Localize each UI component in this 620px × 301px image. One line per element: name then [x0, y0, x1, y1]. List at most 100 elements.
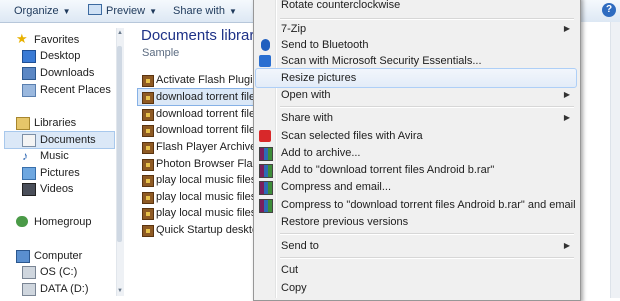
winrar-icon	[259, 164, 273, 178]
submenu-arrow-icon: ▶	[563, 241, 570, 250]
winrar-icon	[259, 147, 273, 161]
homegroup-icon	[16, 216, 28, 227]
menu-separator	[280, 233, 574, 235]
downloads-icon	[22, 67, 36, 80]
nav-libraries-label: Libraries	[34, 117, 77, 129]
nav-documents-label: Documents	[40, 134, 96, 146]
menu-item-scan-avira[interactable]: Scan selected files with Avira	[256, 127, 576, 145]
music-icon: ♪	[22, 149, 28, 163]
submenu-arrow-icon: ▶	[563, 90, 570, 99]
drive-icon	[22, 266, 36, 279]
computer-icon	[16, 250, 30, 263]
file-icon	[142, 225, 154, 237]
menu-item-label: Share with	[281, 112, 333, 124]
scroll-down-icon[interactable]: ▼	[117, 288, 123, 294]
list-item[interactable]: Quick Startup desktop i	[138, 222, 258, 238]
organize-button[interactable]: Organize ▼	[14, 3, 71, 19]
file-name: Quick Startup desktop i	[156, 224, 258, 236]
list-item[interactable]: Flash Player Archive Pa	[138, 139, 258, 155]
file-name: Photon Browser Flash N	[156, 158, 258, 170]
bluetooth-icon	[261, 39, 270, 51]
help-icon[interactable]: ?	[602, 3, 616, 17]
videos-icon	[22, 183, 36, 196]
menu-item-label: Cut	[281, 264, 299, 276]
recent-places-icon	[22, 84, 36, 97]
file-icon	[142, 159, 154, 171]
share-with-label: Share with	[173, 5, 225, 17]
menu-item-label: Copy	[281, 282, 307, 294]
drive-icon	[22, 283, 36, 296]
menu-item-copy[interactable]: Copy	[256, 279, 576, 297]
list-item[interactable]: download torrent files A	[138, 122, 258, 138]
libraries-icon	[16, 117, 30, 130]
desktop-icon	[22, 50, 36, 63]
security-essentials-icon	[259, 55, 271, 67]
file-icon	[142, 125, 154, 137]
menu-item-send-to[interactable]: Send to ▶	[256, 237, 576, 255]
menu-item-add-archive[interactable]: Add to archive...	[256, 144, 576, 162]
nav-data-d-label: DATA (D:)	[40, 283, 89, 295]
menu-item-restore-versions[interactable]: Restore previous versions	[256, 213, 576, 231]
list-item[interactable]: download torrent files A	[137, 88, 259, 106]
nav-music-label: Music	[40, 150, 69, 162]
nav-scrollbar-thumb[interactable]	[117, 46, 122, 242]
menu-item-label: Restore previous versions	[281, 216, 409, 228]
nav-homegroup-label: Homegroup	[34, 216, 92, 228]
file-name: download torrent files A	[156, 91, 259, 103]
menu-item-resize-pictures[interactable]: Resize pictures	[255, 68, 577, 88]
menu-separator	[280, 257, 574, 259]
winrar-icon	[259, 181, 273, 195]
content-scrollbar[interactable]	[610, 22, 620, 298]
documents-icon	[22, 134, 36, 147]
star-icon: ★	[16, 31, 28, 46]
menu-item-compress-rar-email[interactable]: Compress to "download torrent files Andr…	[256, 196, 576, 214]
menu-item-label: Compress to "download torrent files Andr…	[281, 199, 576, 211]
share-with-button[interactable]: Share with ▼	[173, 3, 237, 19]
file-name: play local music files Cl	[156, 174, 258, 186]
preview-label: Preview	[106, 5, 146, 17]
preview-button[interactable]: Preview ▼	[88, 3, 157, 19]
file-icon	[142, 92, 154, 104]
menu-item-open-with[interactable]: Open with ▶	[256, 86, 576, 104]
nav-recent-places-label: Recent Places	[40, 84, 111, 96]
nav-desktop-label: Desktop	[40, 50, 81, 62]
list-item[interactable]: play local music files Cl	[138, 205, 258, 221]
list-item[interactable]: Photon Browser Flash N	[138, 156, 258, 172]
menu-item-label: Add to archive...	[281, 147, 361, 159]
menu-item-share-with[interactable]: Share with ▶	[256, 109, 576, 127]
menu-item-label: Open with	[281, 89, 331, 101]
file-icon	[142, 142, 154, 154]
nav-pictures-label: Pictures	[40, 167, 80, 179]
menu-item-label: Compress and email...	[281, 181, 392, 193]
list-item[interactable]: play local music files Cl	[138, 189, 258, 205]
file-icon	[142, 175, 154, 187]
file-icon	[142, 75, 154, 87]
list-item[interactable]: download torrent files A	[138, 106, 258, 122]
file-name: download torrent files A	[156, 124, 258, 136]
list-item[interactable]: play local music files Cl	[138, 172, 258, 188]
file-icon	[142, 208, 154, 220]
menu-item-add-rar[interactable]: Add to "download torrent files Android b…	[256, 161, 576, 179]
nav-documents[interactable]: Documents	[4, 131, 115, 149]
menu-item-compress-email[interactable]: Compress and email...	[256, 178, 576, 196]
nav-os-c-label: OS (C:)	[40, 266, 78, 278]
chevron-down-icon: ▼	[228, 7, 237, 16]
file-icon	[142, 192, 154, 204]
menu-item-cut[interactable]: Cut	[256, 261, 576, 279]
nav-videos-label: Videos	[40, 183, 74, 195]
file-name: Flash Player Archive Pa	[156, 141, 258, 153]
nav-favorites-label: Favorites	[34, 34, 80, 46]
library-title: Documents librar	[141, 27, 255, 44]
pictures-icon	[22, 167, 36, 180]
organize-label: Organize	[14, 5, 59, 17]
list-item[interactable]: Activate Flash Plugin	[138, 72, 258, 88]
scroll-up-icon[interactable]: ▲	[117, 30, 123, 36]
preview-icon	[88, 4, 102, 15]
nav-downloads-label: Downloads	[40, 67, 95, 79]
file-icon	[142, 109, 154, 121]
library-subtitle: Sample	[142, 47, 180, 59]
menu-item-rotate[interactable]: Rotate counterclockwise	[256, 0, 576, 14]
menu-item-label: Resize pictures	[281, 72, 357, 84]
menu-item-label: Send to	[281, 240, 319, 252]
nav-computer-label: Computer	[34, 250, 83, 262]
